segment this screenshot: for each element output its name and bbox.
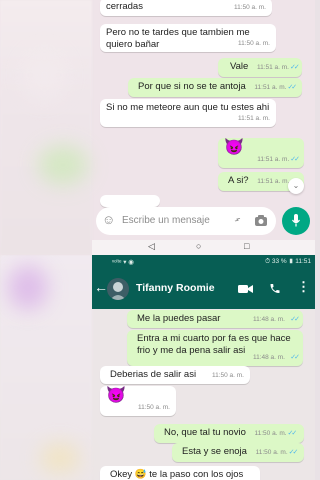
- camera-icon[interactable]: [254, 214, 268, 227]
- message-incoming[interactable]: Deberias de salir asi 11:50 a. m.: [100, 366, 250, 384]
- read-ticks-icon: ✓✓: [288, 449, 299, 456]
- read-ticks-icon: ✓✓: [290, 64, 300, 71]
- message-outgoing[interactable]: No, que tal tu novio 11:50 a. m.✓✓: [154, 424, 304, 443]
- back-icon[interactable]: ←: [94, 279, 108, 295]
- chat-header: ← Tifanny Roomie ⋮: [92, 269, 315, 309]
- read-ticks-icon: ✓✓: [290, 316, 300, 323]
- android-navigation-bar: ◁ ○ □: [92, 240, 315, 255]
- nav-home-icon[interactable]: ○: [196, 241, 201, 251]
- scroll-down-icon[interactable]: ⌄: [288, 178, 304, 194]
- message-incoming[interactable]: Okey 😅 te la paso con los ojos: [100, 466, 260, 480]
- devil-emoji-icon: 😈: [106, 387, 126, 404]
- message-input[interactable]: Escribe un mensaje: [122, 215, 210, 226]
- top-chat-screenshot: cerradas 11:50 a. m. Pero no te tardes q…: [0, 0, 315, 255]
- avatar[interactable]: [107, 278, 129, 300]
- message-composer: ☺ Escribe un mensaje ⌁: [92, 205, 315, 237]
- message-incoming[interactable]: Pero no te tardes que tambien me quiero …: [100, 24, 276, 52]
- video-call-icon[interactable]: [238, 284, 253, 294]
- mic-button[interactable]: [282, 207, 310, 235]
- blurred-blob: [8, 265, 48, 310]
- phone-icon[interactable]: [269, 282, 281, 295]
- blurred-area: [0, 0, 92, 255]
- status-bar: ᵛᵒˡᵗᵉ ▾ ◉ ⏱ 33 % ▮ 11:51: [92, 255, 315, 269]
- message-incoming[interactable]: Si no me meteore aun que tu estes ahi 11…: [100, 99, 276, 127]
- read-ticks-icon: ✓✓: [290, 354, 300, 361]
- read-ticks-icon: ✓✓: [290, 156, 300, 163]
- mic-icon: [292, 214, 300, 227]
- devil-emoji-icon: 😈: [224, 139, 244, 156]
- message-outgoing[interactable]: Entra a mi cuarto por fa es que hace fri…: [127, 330, 303, 366]
- attach-icon[interactable]: ⌁: [230, 213, 244, 226]
- message-input-container: ☺ Escribe un mensaje ⌁: [96, 207, 276, 235]
- emoji-icon[interactable]: ☺: [102, 212, 115, 227]
- blurred-blob: [22, 50, 67, 100]
- message-outgoing[interactable]: Por que si no se te antoja 11:51 a. m.✓✓: [128, 78, 302, 97]
- message-incoming[interactable]: 😈 11:50 a. m.: [100, 386, 176, 416]
- message-incoming[interactable]: cerradas 11:50 a. m.: [100, 0, 272, 16]
- message-outgoing[interactable]: Esta y se enoja 11:50 a. m.✓✓: [172, 443, 304, 462]
- read-ticks-icon: ✓✓: [287, 84, 297, 91]
- read-ticks-icon: ✓✓: [287, 430, 298, 437]
- message-outgoing[interactable]: Me la puedes pasar 11:48 a. m. ✓✓: [127, 310, 303, 328]
- avatar-image: [107, 278, 129, 300]
- nav-recents-icon[interactable]: □: [244, 241, 249, 251]
- more-icon[interactable]: ⋮: [297, 279, 310, 295]
- message-outgoing[interactable]: 😈 11:51 a. m.✓✓: [218, 138, 304, 168]
- blurred-blob: [40, 443, 80, 473]
- blurred-blob: [38, 145, 88, 185]
- contact-name[interactable]: Tifanny Roomie: [136, 282, 215, 294]
- message-outgoing[interactable]: Vale 11:51 a. m.✓✓: [218, 58, 302, 77]
- nav-back-icon[interactable]: ◁: [148, 241, 155, 252]
